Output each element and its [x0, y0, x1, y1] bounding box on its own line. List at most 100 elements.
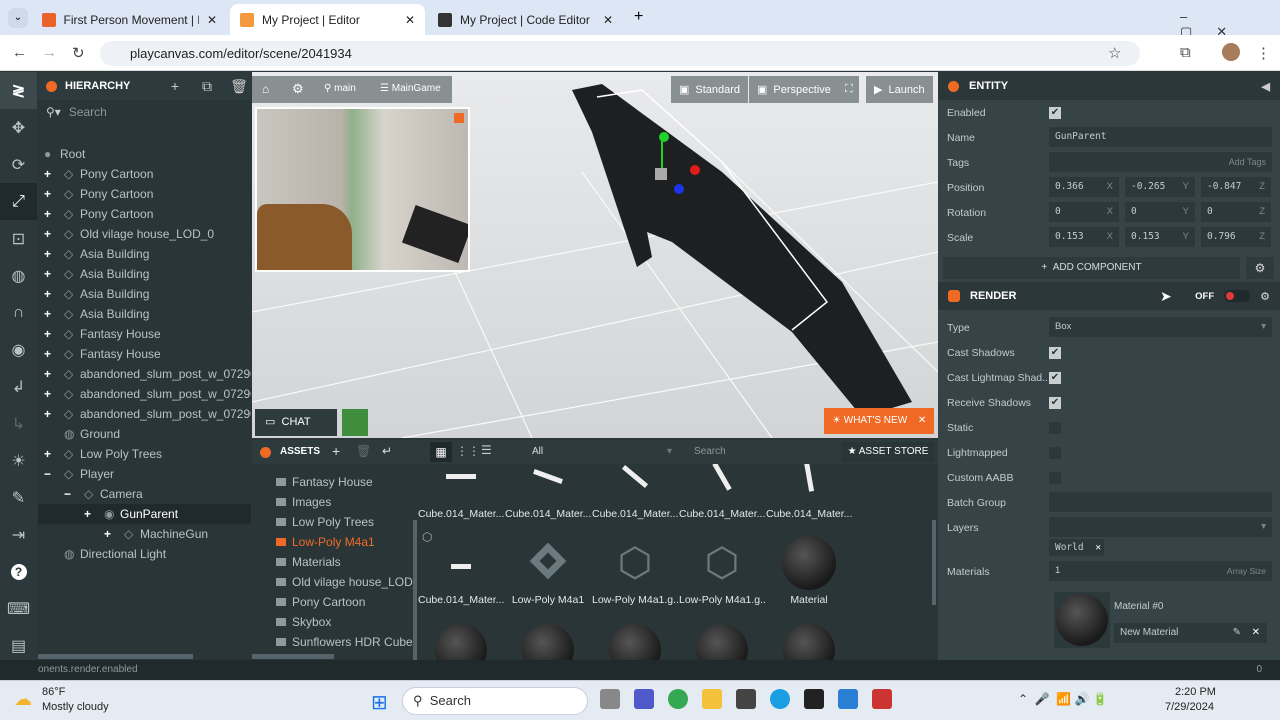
expand-icon[interactable]: +	[44, 204, 51, 224]
render-checkbox[interactable]: ✔	[1049, 372, 1061, 384]
asset-thumbnail[interactable]	[521, 464, 575, 492]
collapse-icon[interactable]: −	[44, 464, 51, 484]
chrome-icon[interactable]	[668, 689, 688, 709]
edit-material-icon[interactable]: ✎	[1233, 623, 1241, 643]
render-checkbox[interactable]	[1049, 472, 1061, 484]
position-y-field[interactable]: -0.265 Y	[1125, 177, 1195, 197]
asset-label[interactable]: Low-Poly M4a1.g...	[592, 594, 678, 606]
asset-label[interactable]: Cube.014_Mater...	[766, 508, 852, 520]
asset-search-input[interactable]: Search	[694, 446, 726, 457]
hierarchy-item[interactable]: + ◇ MachineGun	[38, 524, 251, 544]
expand-icon[interactable]: +	[44, 324, 51, 344]
panel-collapse-icon[interactable]	[260, 447, 271, 458]
scale-x-field[interactable]: 0.153 X	[1049, 227, 1119, 247]
hierarchy-item[interactable]: − ◇ Camera	[38, 484, 251, 504]
edge-icon[interactable]	[770, 689, 790, 709]
asset-folder[interactable]: Old vilage house_LOD_	[276, 572, 417, 592]
expand-icon[interactable]: +	[44, 184, 51, 204]
material-asset-thumbnail[interactable]	[435, 624, 487, 660]
hierarchy-item[interactable]: + ◇ abandoned_slum_post_w_07290	[38, 384, 251, 404]
render-settings-icon[interactable]: ⚙	[1260, 290, 1270, 303]
material-asset-thumbnail[interactable]	[783, 624, 835, 660]
asset-folder[interactable]: Sunflowers HDR Cuben	[276, 632, 417, 652]
extensions-icon[interactable]: ⧉	[1180, 44, 1191, 61]
back-folder-icon[interactable]: ↵	[382, 444, 392, 458]
name-field[interactable]: GunParent	[1049, 127, 1272, 147]
close-tab-icon[interactable]: ✕	[207, 13, 217, 27]
task-view-icon[interactable]	[600, 689, 620, 709]
tab-search-button[interactable]: ⌄	[8, 8, 28, 28]
material-field[interactable]: New Material ✎ ✕	[1114, 623, 1267, 643]
home-icon[interactable]: ⌂	[262, 82, 269, 96]
rotation-z-field[interactable]: 0Z	[1201, 202, 1271, 222]
hierarchy-item[interactable]: + ◇ Old vilage house_LOD_0	[38, 224, 251, 244]
shortcuts-icon[interactable]: ⌨	[0, 590, 37, 627]
taskbar-search[interactable]: ⚲ Search	[402, 687, 588, 715]
file-explorer-icon[interactable]	[702, 689, 722, 709]
close-tab-icon[interactable]: ✕	[405, 13, 415, 27]
asset-thumbnail[interactable]	[782, 536, 836, 590]
world-space-icon[interactable]: ◍	[0, 257, 37, 294]
type-dropdown[interactable]: Box ▾	[1049, 317, 1272, 337]
hierarchy-item[interactable]: + ◇ abandoned_slum_post_w_07290	[38, 404, 251, 424]
hierarchy-item[interactable]: + ◇ Pony Cartoon	[38, 164, 251, 184]
hierarchy-item[interactable]: + ◇ abandoned_slum_post_w_07290	[38, 364, 251, 384]
grid-large-view-icon[interactable]: ▦	[430, 442, 452, 462]
batch-group-dropdown[interactable]	[1049, 492, 1272, 512]
expand-icon[interactable]: +	[44, 444, 51, 464]
asset-folder[interactable]: Low Poly Trees	[276, 512, 374, 532]
hierarchy-item[interactable]: + ◇ Asia Building	[38, 244, 251, 264]
windows-start-icon[interactable]: ⊞	[371, 690, 388, 715]
asset-thumbnail[interactable]	[782, 464, 836, 492]
expand-icon[interactable]: +	[44, 224, 51, 244]
scale-z-field[interactable]: 0.796 Z	[1201, 227, 1271, 247]
close-icon[interactable]: ✕	[918, 415, 926, 426]
hierarchy-item[interactable]: + ◇ Asia Building	[38, 304, 251, 324]
browser-tab-active[interactable]: My Project | Editor ✕	[230, 4, 425, 35]
add-component-button[interactable]: + ADD COMPONENT	[943, 257, 1240, 279]
panel-collapse-icon[interactable]	[46, 80, 57, 92]
grid-small-view-icon[interactable]: ⋮⋮	[456, 444, 480, 458]
remove-layer-icon[interactable]: ✕	[1095, 542, 1101, 553]
fullscreen-button[interactable]: ⛶	[839, 76, 859, 103]
asset-folder[interactable]: Pony Cartoon	[276, 592, 365, 612]
expand-icon[interactable]: +	[44, 164, 51, 184]
render-checkbox[interactable]: ✔	[1049, 347, 1061, 359]
asset-grid-scrollbar[interactable]	[932, 520, 936, 605]
asset-folder[interactable]: Images	[276, 492, 331, 512]
hierarchy-item[interactable]: + ◇ Asia Building	[38, 264, 251, 284]
undo-icon[interactable]: ↲	[0, 368, 37, 405]
code-editor-icon[interactable]: ✎	[0, 479, 37, 516]
lightmapper-icon[interactable]: ☀	[0, 442, 37, 479]
notepad-icon[interactable]	[838, 689, 858, 709]
collapse-icon[interactable]: −	[64, 484, 71, 504]
hierarchy-search[interactable]: ⚲▾ Search	[38, 100, 251, 124]
browser-tab[interactable]: My Project | Code Editor ✕	[428, 4, 623, 35]
add-entity-icon[interactable]: +	[163, 78, 187, 94]
hierarchy-item[interactable]: ◍ Ground	[38, 424, 251, 444]
asset-folder[interactable]: Skybox	[276, 612, 331, 632]
teams-icon[interactable]	[634, 689, 654, 709]
user-avatar[interactable]	[342, 409, 368, 436]
asset-folder[interactable]: Materials	[276, 552, 341, 572]
asset-label[interactable]: Cube.014_Mater...	[505, 508, 591, 520]
hierarchy-item[interactable]: + ◇ Pony Cartoon	[38, 184, 251, 204]
hierarchy-item[interactable]: + ◇ Low Poly Trees	[38, 444, 251, 464]
expand-icon[interactable]: +	[44, 384, 51, 404]
unity-icon[interactable]	[736, 689, 756, 709]
asset-thumbnail[interactable]: ⬡	[608, 536, 662, 590]
snipping-tool-icon[interactable]	[872, 689, 892, 709]
expand-icon[interactable]: +	[104, 524, 111, 544]
duplicate-icon[interactable]: ⧉	[195, 78, 219, 95]
weather-icon[interactable]: ☁	[14, 689, 32, 710]
asset-label[interactable]: Material	[766, 594, 852, 606]
position-z-field[interactable]: -0.847 Z	[1201, 177, 1271, 197]
delete-icon[interactable]: 🗑	[227, 78, 251, 95]
render-checkbox[interactable]	[1049, 422, 1061, 434]
expand-icon[interactable]: +	[44, 404, 51, 424]
asset-thumbnail[interactable]: ⬡	[695, 536, 749, 590]
asset-label[interactable]: Cube.014_Mater...	[592, 508, 678, 520]
asset-thumbnail[interactable]	[608, 464, 662, 492]
asset-label[interactable]: Cube.014_Mater...	[418, 508, 504, 520]
asset-label[interactable]: Low-Poly M4a1	[505, 594, 591, 606]
